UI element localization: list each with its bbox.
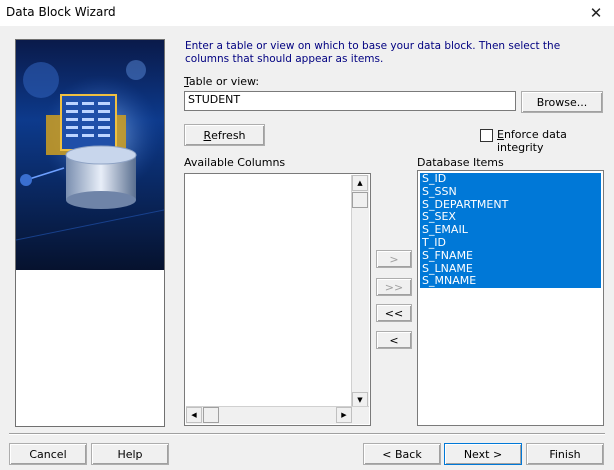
database-item[interactable]: S_EMAIL: [420, 223, 601, 237]
available-vertical-scrollbar[interactable]: ▲ ▼: [351, 175, 369, 408]
database-item[interactable]: S_MNAME: [420, 275, 601, 288]
table-input[interactable]: STUDENT: [184, 91, 516, 111]
database-item[interactable]: S_SSN: [420, 185, 601, 199]
footer-divider: [9, 433, 605, 435]
database-item[interactable]: S_ID: [420, 172, 601, 186]
enforce-label-text: nforce data integrity: [497, 128, 567, 154]
database-items-selection: S_ID S_SSN S_DEPARTMENT S_SEX S_EMAIL T_ID S_F…: [420, 172, 601, 289]
next-label: Next >: [463, 447, 503, 461]
help-label: Help: [117, 447, 143, 461]
scroll-left-arrow-icon[interactable]: ◀: [186, 407, 202, 423]
database-items-label: Database Items: [417, 156, 504, 169]
enforce-integrity-checkbox[interactable]: [480, 129, 493, 142]
next-button[interactable]: Next >: [444, 443, 522, 465]
refresh-label-mnemonic: R: [203, 128, 212, 142]
back-button[interactable]: < Back: [363, 443, 441, 465]
database-item[interactable]: T_ID: [420, 236, 601, 250]
window-title: Data Block Wizard: [6, 5, 116, 19]
database-items-list[interactable]: S_ID S_SSN S_DEPARTMENT S_SEX S_EMAIL T_ID S_F…: [417, 170, 604, 426]
add-all-label: >>: [384, 280, 404, 294]
finish-label: Finish: [549, 447, 581, 461]
available-horizontal-scrollbar[interactable]: ◀ ▶: [186, 406, 369, 424]
close-icon[interactable]: ✕: [578, 0, 614, 26]
available-columns-list[interactable]: ▲ ▼ ◀ ▶: [184, 173, 371, 426]
enforce-label-mnemonic: E: [497, 128, 504, 141]
wizard-banner-image: [15, 39, 165, 427]
back-label: < Back: [382, 447, 422, 461]
remove-one-label: <: [389, 333, 399, 347]
scroll-h-thumb[interactable]: [203, 407, 219, 423]
remove-one-button[interactable]: <: [376, 331, 412, 349]
instructions-text: Enter a table or view on which to base y…: [185, 40, 561, 65]
finish-button[interactable]: Finish: [526, 443, 604, 465]
browse-button-label: Browse...: [536, 95, 588, 109]
scroll-thumb[interactable]: [352, 192, 368, 208]
add-one-button[interactable]: >: [376, 250, 412, 268]
available-columns-label: Available Columns: [184, 156, 286, 169]
add-one-label: >: [389, 252, 399, 266]
refresh-label-text: efresh: [211, 128, 246, 142]
scroll-right-arrow-icon[interactable]: ▶: [336, 407, 352, 423]
refresh-button[interactable]: Refresh: [184, 124, 265, 146]
cancel-label: Cancel: [29, 447, 67, 461]
scroll-corner: [353, 407, 369, 423]
help-button[interactable]: Help: [91, 443, 169, 465]
table-label-text: able or view:: [188, 75, 260, 88]
scroll-up-arrow-icon[interactable]: ▲: [352, 175, 368, 191]
add-all-button[interactable]: >>: [376, 278, 412, 296]
cancel-button[interactable]: Cancel: [9, 443, 87, 465]
title-bar: Data Block Wizard ✕: [0, 0, 614, 27]
remove-all-button[interactable]: <<: [376, 304, 412, 322]
enforce-integrity-label: Enforce data integrity: [497, 128, 614, 154]
remove-all-label: <<: [384, 306, 404, 320]
database-item[interactable]: S_FNAME: [420, 249, 601, 263]
table-label: Table or view:: [184, 75, 259, 88]
browse-button[interactable]: Browse...: [521, 91, 603, 113]
